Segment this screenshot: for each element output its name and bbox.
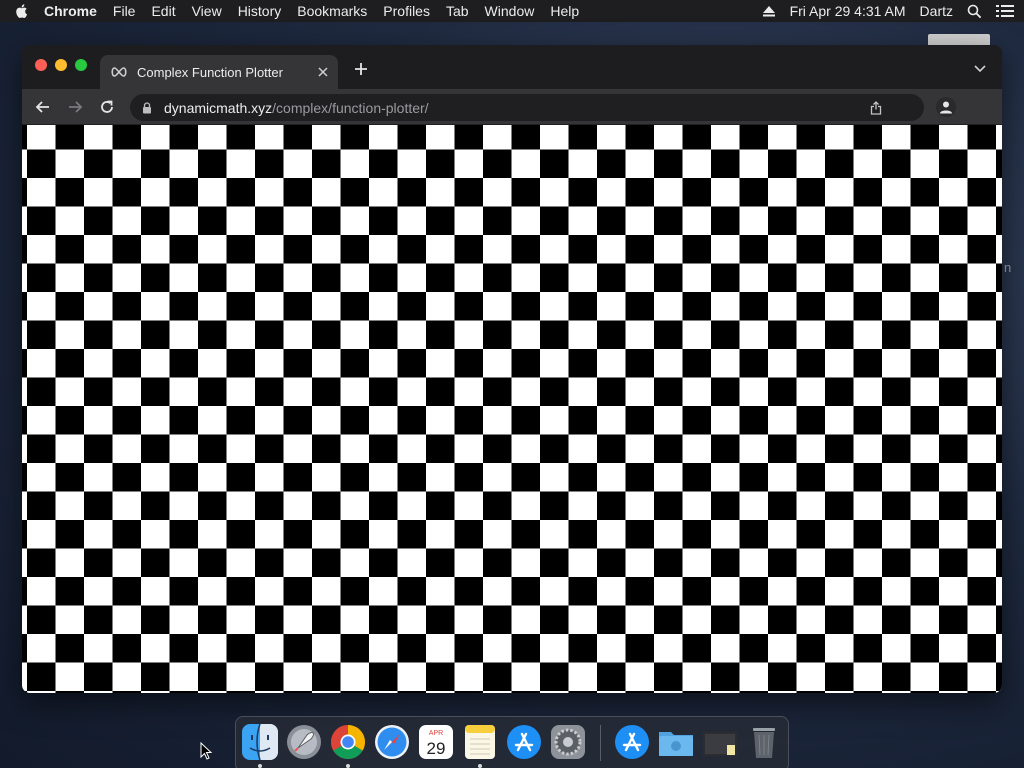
url-domain: dynamicmath.xyz bbox=[164, 99, 273, 116]
url-text[interactable]: dynamicmath.xyz/complex/function-plotter… bbox=[164, 100, 870, 116]
plot-canvas-checkerboard[interactable] bbox=[22, 125, 1002, 693]
calendar-day: 29 bbox=[427, 739, 446, 758]
safari-compass-icon[interactable] bbox=[373, 723, 411, 761]
person-icon bbox=[940, 101, 952, 114]
menu-view[interactable]: View bbox=[192, 3, 222, 19]
menu-window[interactable]: Window bbox=[485, 3, 535, 19]
menu-app-name[interactable]: Chrome bbox=[44, 3, 97, 19]
url-path: /complex/function-plotter/ bbox=[272, 99, 429, 116]
tab-strip: Complex Function Plotter bbox=[22, 45, 1002, 89]
launchpad-rocket-icon[interactable] bbox=[285, 723, 323, 761]
applications-folder-icon[interactable] bbox=[613, 723, 651, 761]
eject-icon[interactable] bbox=[762, 5, 776, 17]
browser-toolbar: dynamicmath.xyz/complex/function-plotter… bbox=[22, 89, 1002, 125]
system-preferences-gear-icon[interactable] bbox=[549, 723, 587, 761]
app-store-icon[interactable] bbox=[505, 723, 543, 761]
tab-close-icon[interactable] bbox=[318, 67, 328, 77]
mouse-pointer-icon bbox=[200, 742, 212, 760]
dock-divider bbox=[600, 725, 601, 761]
tab-title: Complex Function Plotter bbox=[137, 64, 283, 80]
browser-window: Complex Function Plotter dynamicmath.xyz… bbox=[22, 45, 1002, 693]
menu-bar: Chrome File Edit View History Bookmarks … bbox=[0, 0, 1024, 22]
downloads-folder-icon[interactable] bbox=[657, 723, 695, 761]
apple-icon[interactable] bbox=[14, 3, 30, 19]
window-minimize-button[interactable] bbox=[55, 59, 67, 71]
window-close-button[interactable] bbox=[35, 59, 47, 71]
menu-history[interactable]: History bbox=[238, 3, 282, 19]
dock: APR 29 bbox=[235, 716, 789, 768]
infinity-icon bbox=[111, 67, 127, 77]
new-tab-plus-icon[interactable] bbox=[354, 62, 368, 76]
documents-stack-icon[interactable] bbox=[701, 723, 739, 761]
address-bar[interactable]: dynamicmath.xyz/complex/function-plotter… bbox=[130, 94, 924, 121]
menu-profiles[interactable]: Profiles bbox=[383, 3, 430, 19]
forward-arrow-icon[interactable] bbox=[66, 98, 84, 116]
reload-icon[interactable] bbox=[98, 98, 116, 116]
chrome-running-indicator bbox=[346, 764, 350, 768]
menu-file[interactable]: File bbox=[113, 3, 136, 19]
share-icon[interactable] bbox=[870, 100, 882, 115]
calendar-icon[interactable]: APR 29 bbox=[417, 723, 455, 761]
menu-bookmarks[interactable]: Bookmarks bbox=[297, 3, 367, 19]
trash-icon[interactable] bbox=[745, 723, 783, 761]
finder-running-indicator bbox=[258, 764, 262, 768]
lock-icon[interactable] bbox=[142, 101, 152, 114]
profile-avatar-button[interactable] bbox=[936, 97, 956, 117]
search-icon[interactable] bbox=[967, 4, 982, 19]
chrome-icon[interactable] bbox=[329, 723, 367, 761]
finder-icon[interactable] bbox=[241, 723, 279, 761]
user-name[interactable]: Dartz bbox=[920, 3, 953, 19]
menu-tab[interactable]: Tab bbox=[446, 3, 469, 19]
tab-complex-function-plotter[interactable]: Complex Function Plotter bbox=[100, 55, 338, 89]
back-arrow-icon[interactable] bbox=[34, 98, 52, 116]
menubar-status-area: Fri Apr 29 4:31 AM Dartz bbox=[762, 3, 1014, 19]
window-maximize-button[interactable] bbox=[75, 59, 87, 71]
notes-icon[interactable] bbox=[461, 723, 499, 761]
notes-running-indicator bbox=[478, 764, 482, 768]
desktop-partial-text: n bbox=[1004, 260, 1012, 275]
control-center-icon[interactable] bbox=[996, 4, 1014, 18]
tab-search-chevron-down-icon[interactable] bbox=[974, 65, 986, 73]
menu-edit[interactable]: Edit bbox=[151, 3, 175, 19]
menu-help[interactable]: Help bbox=[550, 3, 579, 19]
clock[interactable]: Fri Apr 29 4:31 AM bbox=[790, 3, 906, 19]
calendar-month: APR bbox=[429, 730, 443, 737]
